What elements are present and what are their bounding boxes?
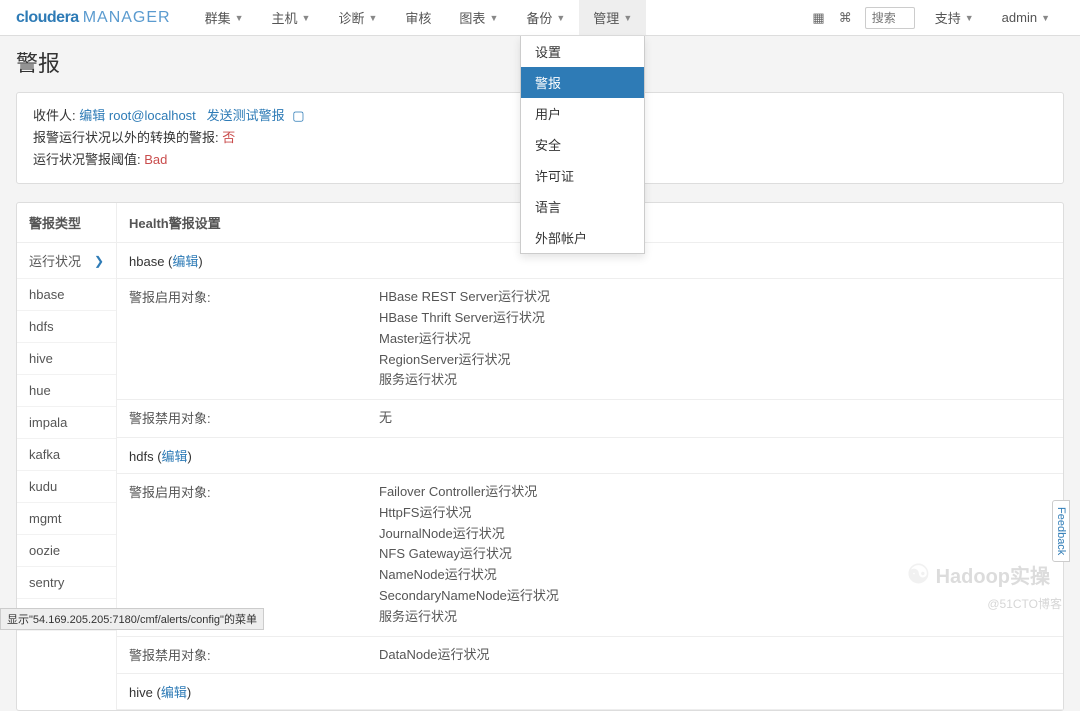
nav-items: 群集▼ 主机▼ 诊断▼ 审核 图表▼ 备份▼ 管理▼ [191, 0, 647, 35]
dropdown-external-accounts[interactable]: 外部帐户 [521, 222, 644, 253]
dropdown-users[interactable]: 用户 [521, 98, 644, 129]
caret-icon: ▼ [368, 13, 377, 23]
section-hdfs-title: hdfs (编辑) [117, 438, 1063, 474]
sidebar-item-kafka[interactable]: kafka [17, 439, 116, 471]
dropdown-license[interactable]: 许可证 [521, 160, 644, 191]
nav-charts[interactable]: 图表▼ [445, 0, 512, 35]
caret-icon: ▼ [556, 13, 565, 23]
row-values: Failover Controller运行状况 HttpFS运行状况 Journ… [379, 482, 1051, 628]
recipient-link[interactable]: root@localhost [109, 108, 196, 123]
nav-hosts[interactable]: 主机▼ [258, 0, 325, 35]
threshold-label: 运行状况警报阈值 [33, 152, 137, 167]
nav-cluster[interactable]: 群集▼ [191, 0, 258, 35]
section-row: 警报启用对象: HBase REST Server运行状况 HBase Thri… [117, 279, 1063, 400]
caret-icon: ▼ [1041, 13, 1050, 23]
row-label: 警报禁用对象: [129, 408, 379, 429]
sidebar-item-kudu[interactable]: kudu [17, 471, 116, 503]
section-hive-edit-link[interactable]: 编辑 [161, 685, 187, 700]
sidebar-item-oozie[interactable]: oozie [17, 535, 116, 567]
caret-icon: ▼ [235, 13, 244, 23]
section-hdfs-edit-link[interactable]: 编辑 [162, 449, 188, 464]
logo-brand: cloudera [16, 9, 79, 27]
section-row: 警报禁用对象: 无 [117, 400, 1063, 438]
row-values: 无 [379, 408, 1051, 429]
row-values: HBase REST Server运行状况 HBase Thrift Serve… [379, 287, 1051, 391]
threshold-value-link[interactable]: Bad [144, 152, 167, 167]
caret-icon: ▼ [965, 13, 974, 23]
recipients-label: 收件人 [33, 108, 72, 123]
chevron-right-icon: ❯ [94, 254, 104, 268]
admin-dropdown: 设置 警报 用户 安全 许可证 语言 外部帐户 [520, 36, 645, 254]
dropdown-security[interactable]: 安全 [521, 129, 644, 160]
nav-support[interactable]: 支持▼ [921, 0, 988, 35]
dropdown-language[interactable]: 语言 [521, 191, 644, 222]
top-nav: cloudera MANAGER 群集▼ 主机▼ 诊断▼ 审核 图表▼ 备份▼ … [0, 0, 1080, 36]
sidebar-item-sentry[interactable]: sentry [17, 567, 116, 599]
nav-diagnostics[interactable]: 诊断▼ [324, 0, 391, 35]
sidebar-item-mgmt[interactable]: mgmt [17, 503, 116, 535]
dropdown-alerts[interactable]: 警报 [521, 67, 644, 98]
section-row: 警报禁用对象: DataNode运行状况 [117, 637, 1063, 675]
sidebar-item-hive[interactable]: hive [17, 343, 116, 375]
sidebar-item-hdfs[interactable]: hdfs [17, 311, 116, 343]
transition-label: 报警运行状况以外的转换的警报 [33, 130, 215, 145]
sidebar-item-health[interactable]: 运行状况❯ [17, 243, 116, 279]
search-input[interactable] [865, 7, 915, 29]
sidebar-item-hue[interactable]: hue [17, 375, 116, 407]
sidebar-header: 警报类型 [17, 203, 116, 243]
content-table: 警报类型 运行状况❯ hbase hdfs hive hue impala ka… [16, 202, 1064, 711]
tools-icon[interactable]: ⌘ [832, 10, 859, 26]
logo-product: MANAGER [83, 9, 171, 27]
transition-value-link[interactable]: 否 [222, 130, 235, 145]
caret-icon: ▼ [623, 13, 632, 23]
sidebar-item-impala[interactable]: impala [17, 407, 116, 439]
nav-backup[interactable]: 备份▼ [512, 0, 579, 35]
row-values: DataNode运行状况 [379, 645, 1051, 666]
nav-user[interactable]: admin▼ [988, 0, 1064, 35]
caret-icon: ▼ [302, 13, 311, 23]
gift-icon[interactable]: ▦ [805, 10, 831, 26]
dropdown-settings[interactable]: 设置 [521, 36, 644, 67]
row-label: 警报启用对象: [129, 482, 379, 628]
browser-status-bar: 显示"54.169.205.205:7180/cmf/alerts/config… [0, 608, 264, 630]
row-label: 警报启用对象: [129, 287, 379, 391]
section-hive-title: hive (编辑) [117, 674, 1063, 710]
edit-recipients-link[interactable]: 编辑 [79, 108, 105, 123]
section-hbase-edit-link[interactable]: 编辑 [172, 254, 198, 269]
right-panel: Health警报设置 hbase (编辑) 警报启用对象: HBase REST… [117, 203, 1063, 710]
logo[interactable]: cloudera MANAGER [16, 9, 171, 27]
feedback-tab[interactable]: Feedback [1052, 500, 1070, 562]
sidebar-item-hbase[interactable]: hbase [17, 279, 116, 311]
nav-audit[interactable]: 审核 [391, 0, 445, 35]
caret-icon: ▼ [489, 13, 498, 23]
sidebar: 警报类型 运行状况❯ hbase hdfs hive hue impala ka… [17, 203, 117, 710]
nav-admin[interactable]: 管理▼ [579, 0, 646, 35]
nav-right: ▦ ⌘ 支持▼ admin▼ [805, 0, 1064, 35]
send-test-alert-link[interactable]: 发送测试警报 [207, 108, 285, 123]
row-label: 警报禁用对象: [129, 645, 379, 666]
external-link-icon: ▢ [292, 108, 304, 123]
